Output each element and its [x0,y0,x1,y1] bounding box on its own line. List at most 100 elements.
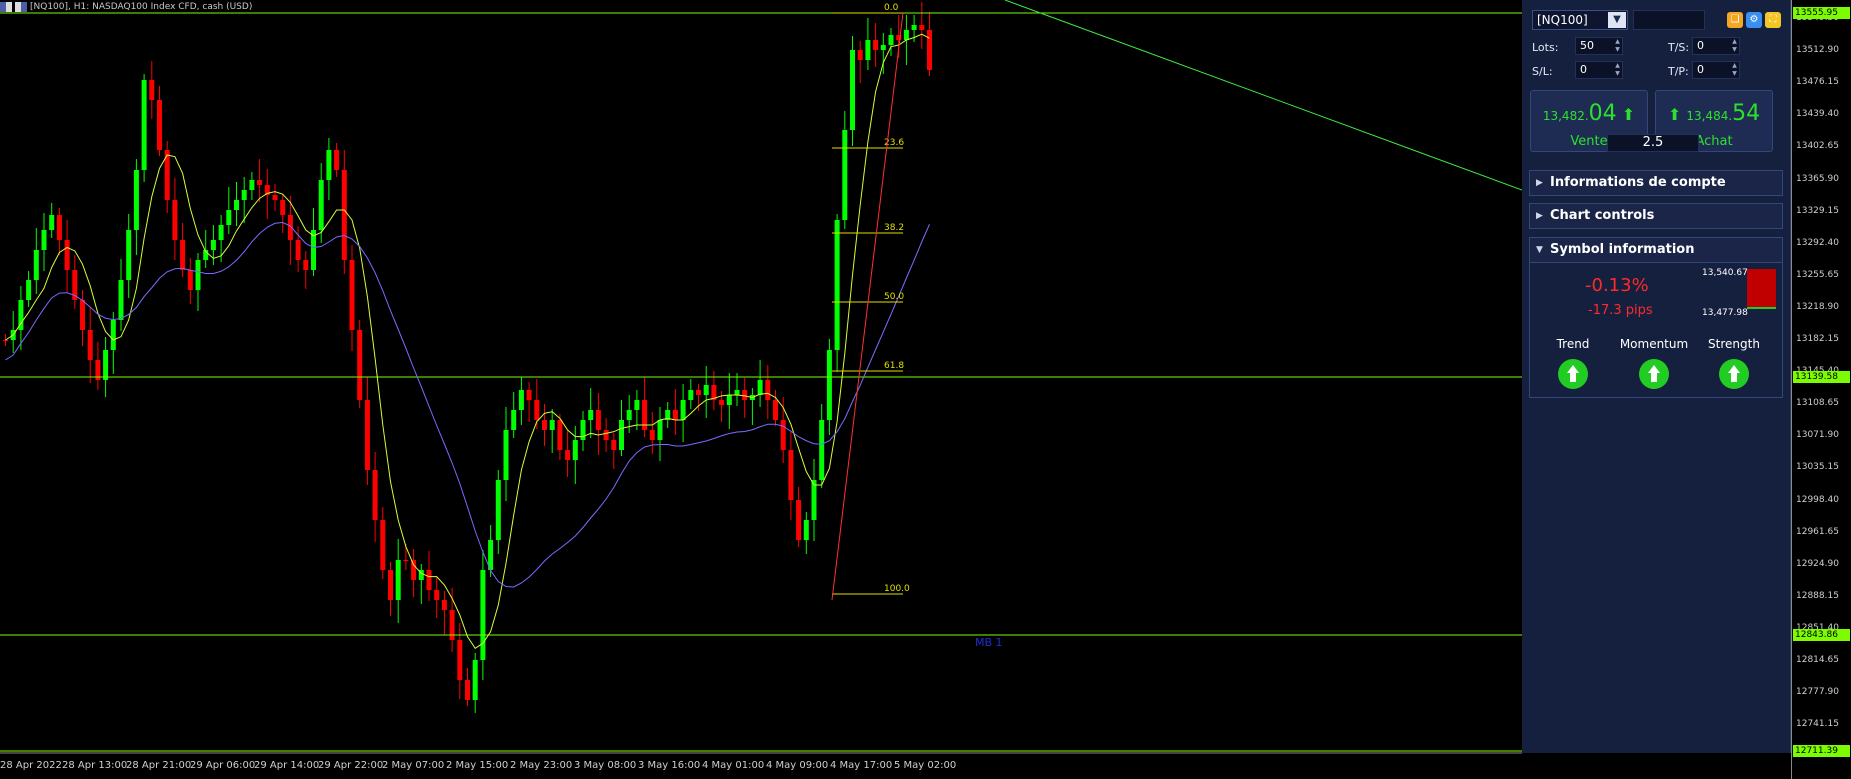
time-tick-label: 2 May 07:00 [382,760,445,771]
symbol-value: [NQ100] [1537,13,1588,27]
price-marker-label: 12711.39 [1793,745,1850,757]
candle-body [334,150,340,170]
time-tick-label: 29 Apr 22:00 [318,760,384,771]
candle-body [765,380,771,400]
candle-body [133,170,139,230]
tp-input[interactable]: 0 ▲ ▼ [1692,61,1740,79]
candle-body [41,230,47,250]
candle-body [326,150,332,180]
candle-body [526,390,532,400]
candle-body [773,400,778,420]
candle-body [911,25,917,30]
sl-label: S/L: [1532,65,1553,78]
candle-body [80,300,85,330]
candle-body [657,420,663,440]
candle-body [210,240,216,250]
section-account-info[interactable]: ▶ Informations de compte [1529,170,1783,196]
price-tick-label: 13071.90 [1796,430,1839,441]
candle-body [411,560,417,580]
price-tick-label: 13329.15 [1796,205,1839,216]
candle-body [726,395,732,405]
momentum-up-icon [1639,359,1669,389]
tp-value: 0 [1697,63,1704,76]
symbol-select[interactable]: [NQ100] ▼ [1532,10,1628,30]
candle-body [118,280,124,320]
section-title: Informations de compte [1550,175,1726,190]
tp-label: T/P: [1668,65,1689,78]
slow-moving-average [5,221,930,588]
buy-price: ⬆ 13,484.54 [1656,101,1772,126]
candle-body [834,220,840,350]
candle-body [873,40,879,50]
trend-label: Trend [1556,337,1590,351]
candle-body [364,400,370,470]
chart-window-icon [0,2,12,12]
candle-body [249,180,255,190]
candle-body [595,410,601,430]
candle-body [888,35,894,45]
symbol-search-input[interactable] [1633,10,1705,30]
candle-body [927,30,932,70]
price-tick-label: 13439.40 [1796,109,1839,120]
price-tick-label: 13218.90 [1796,301,1839,312]
candle-body [680,400,686,420]
candle-body [272,195,278,200]
candlestick-series [3,2,932,713]
candle-body [503,430,509,480]
candle-body [688,390,694,400]
candle-body [672,410,678,420]
fib-level-label: 61.8 [884,361,904,371]
fullscreen-icon[interactable]: ⛶ [1765,12,1781,28]
copy-icon[interactable]: ❏ [1727,12,1743,28]
time-tick-label: 28 Apr 13:00 [62,760,128,771]
chart-area[interactable]: 0.0 23.6 38.2 50.0 61.8 100.0 MB 1 [NQ100], H1… [0,0,1522,779]
candle-body [341,170,347,260]
stepper-arrows-icon[interactable]: ▲ ▼ [1613,62,1622,78]
candle-body [157,100,162,150]
candle-body [434,590,440,600]
candle-body [472,660,478,700]
lots-label: Lots: [1532,41,1559,54]
candle-body [103,350,109,380]
arrow-up-icon: ⬆ [1621,105,1636,124]
price-tick-label: 13476.15 [1796,77,1839,88]
stepper-arrows-icon[interactable]: ▲ ▼ [1730,62,1739,78]
candle-body [388,570,393,600]
candle-body [857,50,863,60]
candle-body [149,80,155,100]
lots-input[interactable]: 50 ▲ ▼ [1575,37,1623,55]
section-symbol-info[interactable]: ▼ Symbol information [1529,237,1783,263]
time-tick-label: 28 Apr 2022 [0,760,62,771]
candle-body [696,390,701,395]
candle-body [195,260,201,290]
arrow-up-icon: ⬆ [1667,105,1682,124]
stepper-arrows-icon[interactable]: ▲ ▼ [1613,38,1622,54]
ts-input[interactable]: 0 ▲ ▼ [1692,37,1740,55]
trend-up-icon [1558,359,1588,389]
chevron-down-icon[interactable]: ▼ [1608,12,1626,28]
time-axis: 28 Apr 2022 28 Apr 13:00 28 Apr 21:00 29 Ap… [0,753,1522,779]
candle-body [549,420,555,430]
candle-body [380,520,386,570]
fibonacci-retracement: 0.023.638.250.061.8100.0MB 1 [831,3,1003,649]
candle-body [33,250,39,280]
gear-icon[interactable]: ⚙ [1746,12,1762,28]
caret-down-icon: ▼ [1536,245,1543,255]
stepper-arrows-icon[interactable]: ▲ ▼ [1730,38,1739,54]
price-tick-label: 12741.15 [1796,719,1839,730]
candle-body [241,190,247,200]
candle-body [172,200,178,240]
time-tick-label: 28 Apr 21:00 [126,760,192,771]
candle-body [703,385,709,395]
price-chart[interactable]: 0.023.638.250.061.8100.0MB 1 [0,0,1522,779]
price-tick-label: 12924.90 [1796,558,1839,569]
candle-body [518,390,524,410]
change-percent: -0.13% [1585,275,1649,296]
candle-body [318,180,324,230]
sell-price-big: 04 [1588,101,1617,126]
sl-input[interactable]: 0 ▲ ▼ [1575,61,1623,79]
candle-body [788,450,794,500]
caret-right-icon: ▶ [1536,178,1543,188]
symbol-info-panel: -0.13% -17.3 pips 13,540.67 13,477.98 Tr… [1529,262,1783,398]
section-chart-controls[interactable]: ▶ Chart controls [1529,203,1783,229]
